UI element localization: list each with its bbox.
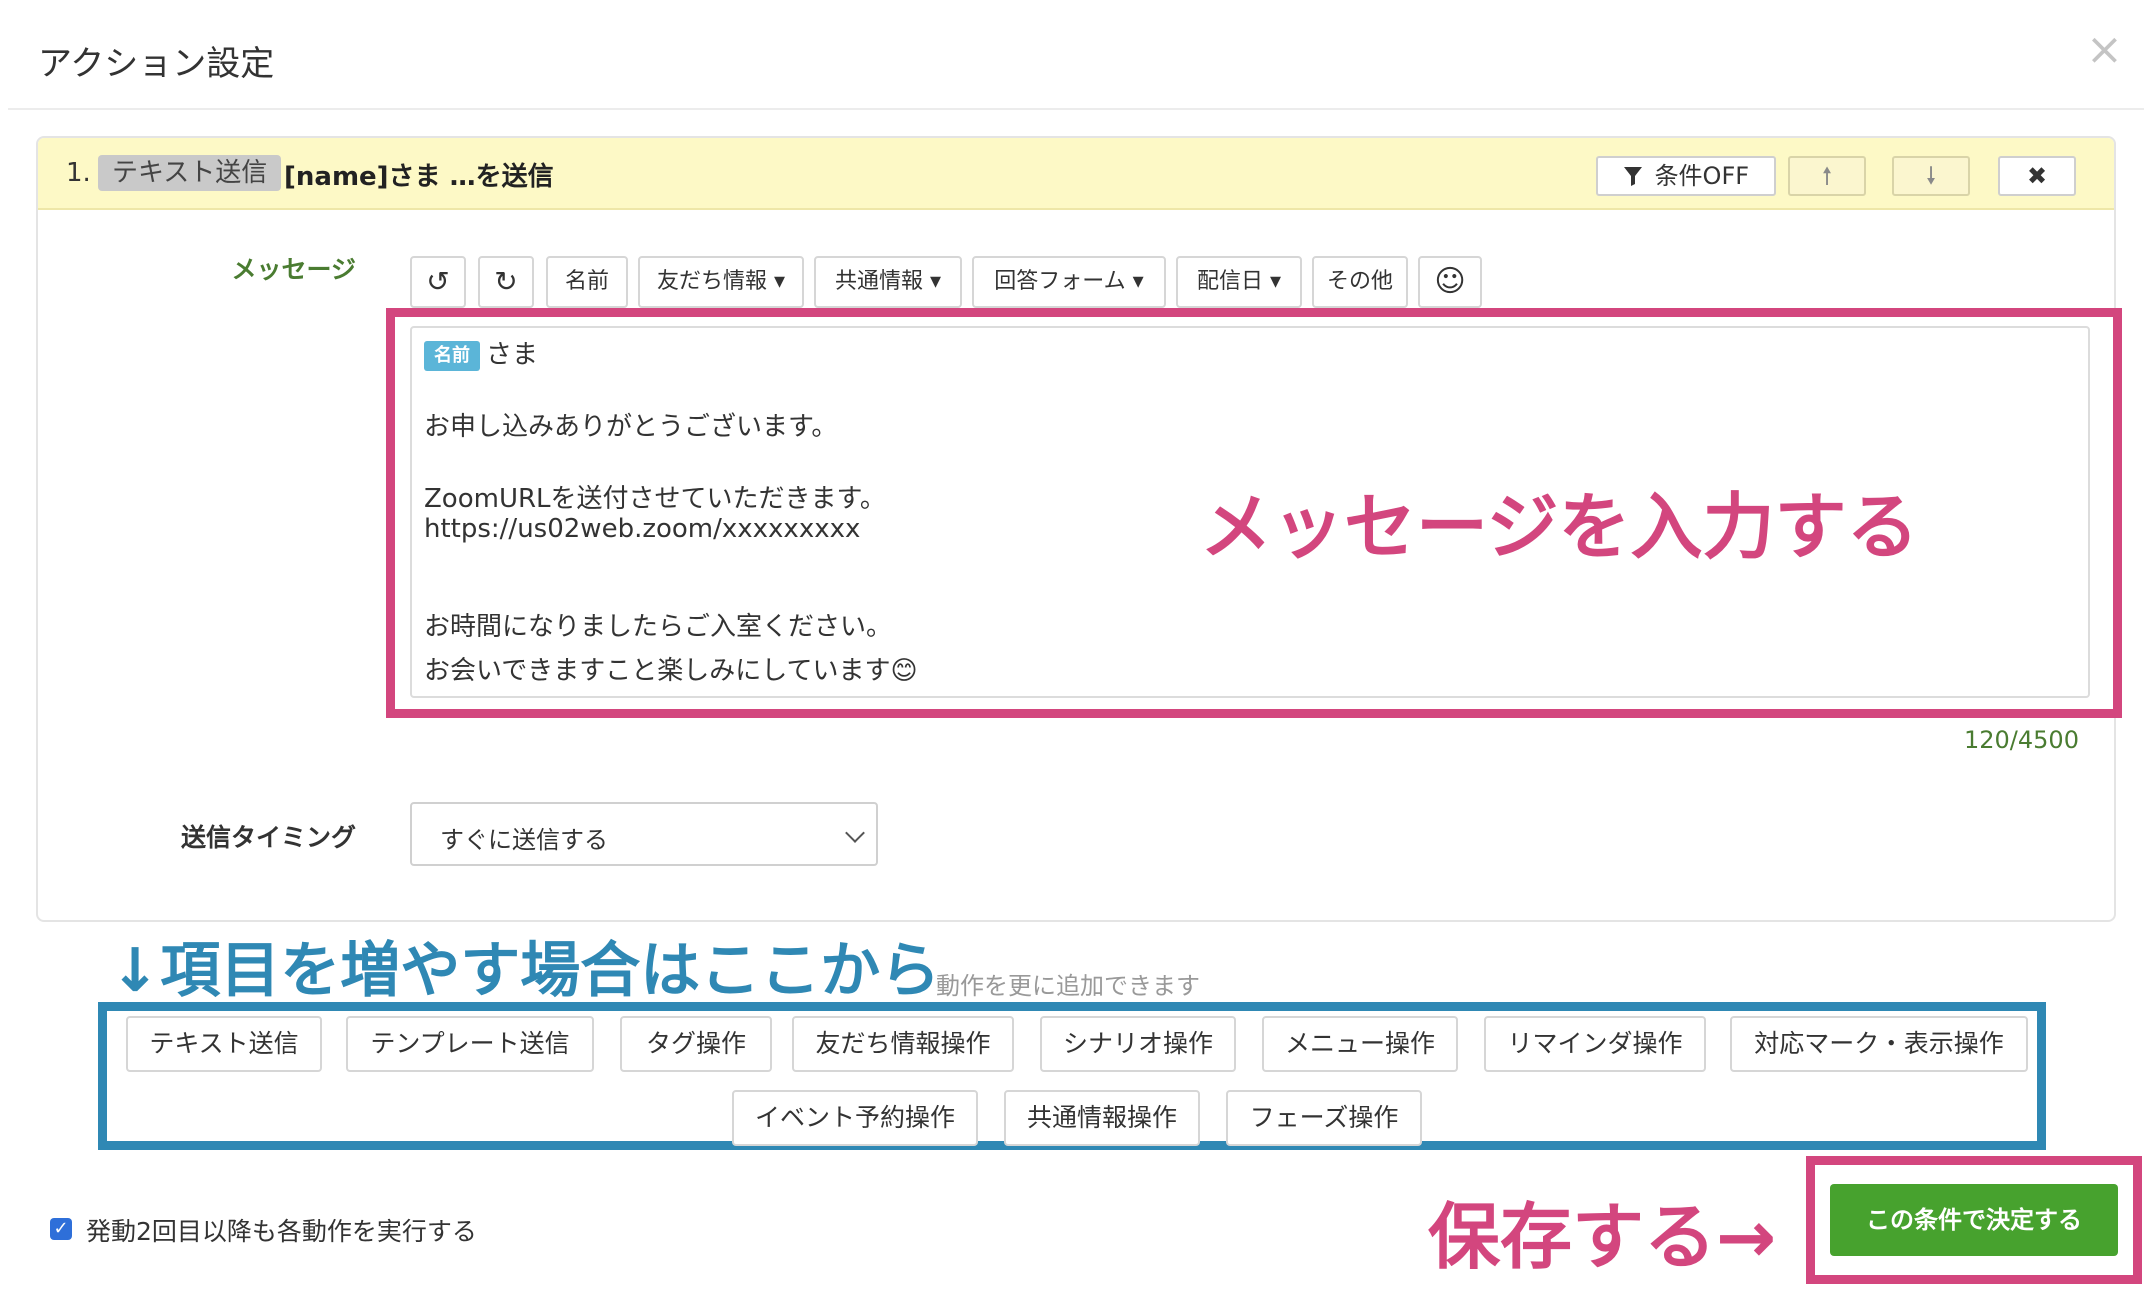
friend-info-dropdown[interactable]: 友だち情報 ▾ — [638, 256, 804, 308]
other-button[interactable]: その他 — [1312, 256, 1408, 308]
send-timing-label: 送信タイミング — [180, 823, 356, 852]
action-type-badge: テキスト送信 — [98, 155, 282, 191]
modal-header: アクション設定 × — [8, 0, 2144, 110]
editor-line: 名前 さま — [424, 334, 538, 371]
filter-icon — [1623, 167, 1642, 186]
redo-button[interactable]: ↻ — [478, 256, 534, 308]
editor-line: https://us02web.zoom/xxxxxxxxx — [424, 514, 861, 544]
answer-form-dropdown[interactable]: 回答フォーム ▾ — [972, 256, 1166, 308]
arrow-up-icon: 🠕 — [1821, 162, 1833, 190]
editor-line-text: さま — [486, 340, 539, 370]
caret-down-icon: ▾ — [773, 269, 786, 294]
add-phase-operation-button[interactable]: フェーズ操作 — [1226, 1090, 1422, 1146]
repeat-actions-label: 発動2回目以降も各動作を実行する — [86, 1217, 477, 1246]
shared-info-label: 共通情報 — [834, 269, 923, 294]
caret-down-icon: ▾ — [1132, 269, 1144, 294]
save-button[interactable]: この条件で決定する — [1830, 1184, 2118, 1256]
add-scenario-operation-button[interactable]: シナリオ操作 — [1040, 1016, 1236, 1072]
add-menu-operation-button[interactable]: メニュー操作 — [1262, 1016, 1458, 1072]
delivery-date-label: 配信日 — [1196, 269, 1263, 294]
add-reminder-operation-button[interactable]: リマインダ操作 — [1484, 1016, 1706, 1072]
delivery-date-dropdown[interactable]: 配信日 ▾ — [1176, 256, 1302, 308]
redo-icon: ↻ — [494, 265, 518, 298]
condition-toggle-label: 条件OFF — [1654, 162, 1750, 190]
add-event-reservation-button[interactable]: イベント予約操作 — [732, 1090, 978, 1146]
emoji-icon: ☺ — [1434, 264, 1466, 299]
undo-button[interactable]: ↺ — [410, 256, 466, 308]
shared-info-dropdown[interactable]: 共通情報 ▾ — [814, 256, 962, 308]
send-timing-value: すぐに送信する — [440, 826, 608, 854]
editor-line: ZoomURLを送付させていただきます。 — [424, 484, 886, 514]
message-label: メッセージ — [231, 255, 356, 284]
step-number: 1. — [66, 158, 91, 188]
add-friend-info-operation-button[interactable]: 友だち情報操作 — [792, 1016, 1014, 1072]
caret-down-icon: ▾ — [929, 269, 942, 294]
delete-action-button[interactable]: ✖ — [1998, 156, 2076, 196]
add-text-send-button[interactable]: テキスト送信 — [126, 1016, 322, 1072]
action-header: 1. テキスト送信 [name]さま …を送信 条件OFF 🠕 🠗 ✖ — [38, 138, 2114, 210]
close-icon[interactable]: × — [2086, 28, 2123, 72]
modal-title: アクション設定 — [38, 44, 275, 84]
answer-form-label: 回答フォーム — [994, 269, 1126, 294]
editor-line: お申し込みありがとうございます。 — [424, 412, 838, 442]
add-shared-info-operation-button[interactable]: 共通情報操作 — [1004, 1090, 1200, 1146]
repeat-actions-checkbox[interactable]: ✓ — [50, 1218, 72, 1240]
caret-down-icon: ▾ — [1269, 269, 1282, 294]
annotation-save: 保存する→ — [1428, 1195, 1777, 1279]
chevron-down-icon — [845, 823, 865, 843]
add-mark-display-operation-button[interactable]: 対応マーク・表示操作 — [1730, 1016, 2028, 1072]
char-counter: 120/4500 — [1964, 726, 2079, 754]
annotation-add-items: ↓項目を増やす場合はここから — [110, 936, 941, 1006]
action-summary: [name]さま …を送信 — [284, 162, 554, 192]
add-template-send-button[interactable]: テンプレート送信 — [346, 1016, 594, 1072]
editor-line: お会いできますこと楽しみにしています😊 — [424, 656, 918, 686]
insert-name-button[interactable]: 名前 — [546, 256, 628, 308]
emoji-button[interactable]: ☺ — [1418, 256, 1482, 308]
delete-icon: ✖ — [2026, 162, 2048, 190]
add-actions-hint: 動作を更に追加できます — [936, 972, 1200, 1000]
add-tag-operation-button[interactable]: タグ操作 — [620, 1016, 772, 1072]
editor-line: お時間になりましたらご入室ください。 — [424, 612, 893, 642]
arrow-down-icon: 🠗 — [1925, 162, 1937, 190]
name-variable-chip: 名前 — [424, 340, 480, 371]
friend-info-label: 友だち情報 — [656, 269, 767, 294]
move-up-button[interactable]: 🠕 — [1788, 156, 1866, 196]
send-timing-select[interactable]: すぐに送信する — [410, 802, 878, 866]
annotation-message: メッセージを入力する — [1200, 485, 1919, 569]
condition-toggle-button[interactable]: 条件OFF — [1596, 156, 1776, 196]
undo-icon: ↺ — [426, 265, 450, 298]
move-down-button[interactable]: 🠗 — [1892, 156, 1970, 196]
